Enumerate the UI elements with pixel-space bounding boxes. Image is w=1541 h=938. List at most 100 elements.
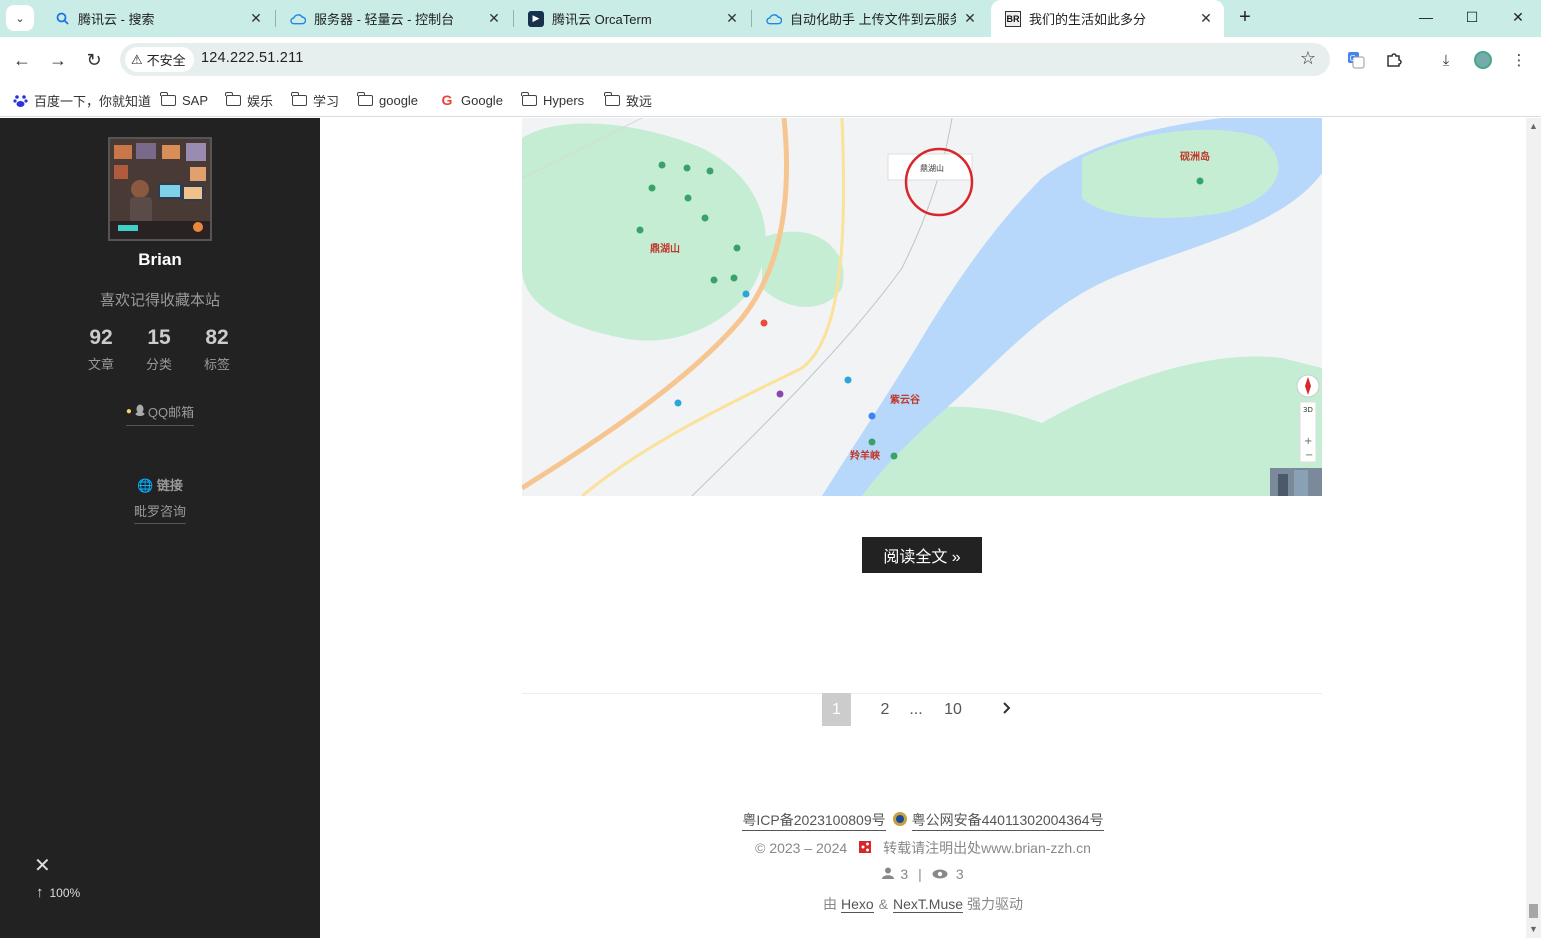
back-button[interactable]: ←: [7, 45, 37, 75]
forward-button[interactable]: →: [43, 45, 73, 75]
close-icon[interactable]: ✕: [486, 10, 502, 27]
page-scrollbar[interactable]: ▲ ▼: [1526, 118, 1541, 938]
url-text[interactable]: 124.222.51.211: [201, 50, 304, 66]
globe-icon: 🌐: [137, 478, 154, 493]
tab-title: 腾讯云 - 搜索: [78, 12, 155, 27]
back-to-top-button[interactable]: ↑ 100%: [36, 884, 80, 901]
folder-icon: [356, 91, 373, 107]
stat-count: 92: [89, 326, 113, 349]
tab-blog-active[interactable]: BR 我们的生活如此多分 ✕: [991, 0, 1224, 37]
bookmark-label: 学习: [313, 93, 340, 109]
site-description: 喜欢记得收藏本站: [99, 292, 220, 309]
bookmark-folder-hypers[interactable]: Hypers: [520, 90, 584, 110]
bookmark-label: 娱乐: [247, 93, 274, 109]
close-window-button[interactable]: ✕: [1495, 0, 1541, 34]
bookmark-label: 致远: [626, 93, 653, 109]
warning-icon: ⚠: [131, 51, 143, 67]
arrow-up-icon: ↑: [36, 884, 44, 901]
security-indicator[interactable]: ⚠ 不安全: [125, 47, 194, 72]
map-3d-label: 3D: [1303, 406, 1313, 414]
stat-posts[interactable]: 92 文章: [71, 326, 131, 373]
links-title-label: 链接: [156, 478, 183, 493]
folder-icon: [520, 91, 537, 107]
next-page-button[interactable]: [997, 693, 1017, 726]
minimize-button[interactable]: —: [1403, 0, 1449, 34]
social-label: QQ邮箱: [147, 405, 195, 420]
map-label: 紫云谷: [890, 393, 921, 406]
menu-kebab-icon[interactable]: ⋮: [1506, 47, 1532, 73]
footer-powered-by: 由 Hexo & NexT.Muse 强力驱动: [320, 894, 1526, 914]
bookmark-label: google: [379, 92, 419, 108]
bookmark-label: 百度一下，你就知道: [34, 93, 152, 109]
scroll-percent: 100%: [49, 885, 81, 900]
blog-sidebar: Brian 喜欢记得收藏本站 92 文章 15 分类 82 标签 ● QQ邮箱 …: [0, 118, 320, 938]
scroll-down-arrow-icon[interactable]: ▼: [1529, 924, 1538, 934]
tab-search-button[interactable]: ⌄: [6, 5, 34, 31]
new-tab-button[interactable]: +: [1233, 6, 1257, 30]
close-icon[interactable]: ✕: [724, 10, 740, 27]
tab-title: 腾讯云 OrcaTerm: [552, 12, 652, 27]
bookmark-folder-study[interactable]: 学习: [290, 90, 340, 110]
tab-lighthouse-console[interactable]: 服务器 - 轻量云 - 控制台 ✕: [276, 0, 512, 37]
svg-text:G: G: [1350, 54, 1356, 63]
bookmarks-bar: 百度一下，你就知道 SAP 娱乐 学习 google G Google Hype…: [0, 82, 1541, 117]
bookmark-baidu[interactable]: 百度一下，你就知道: [12, 90, 151, 110]
hexo-link[interactable]: Hexo: [840, 896, 874, 913]
download-icon[interactable]: ⤓: [1433, 47, 1459, 73]
close-icon[interactable]: ✕: [248, 10, 264, 27]
tab-tencent-search[interactable]: 腾讯云 - 搜索 ✕: [40, 0, 274, 37]
bookmark-folder-google[interactable]: google: [356, 90, 419, 110]
page-current: 1: [822, 693, 851, 726]
read-more-button[interactable]: 阅读全文 »: [862, 537, 982, 573]
map-pin-label: 鼎湖山: [920, 163, 944, 173]
theme-link[interactable]: NexT.Muse: [893, 896, 964, 913]
extensions-puzzle-icon[interactable]: [1381, 47, 1407, 73]
bookmark-folder-zhiyuan[interactable]: 致远: [603, 90, 653, 110]
social-links: ● QQ邮箱: [0, 402, 320, 426]
tab-automation-assistant[interactable]: 自动化助手 上传文件到云服务器 ✕: [752, 0, 988, 37]
police-beian-link[interactable]: 粤公网安备44011302004364号: [911, 810, 1104, 831]
links-list: 毗罗咨询: [0, 501, 320, 524]
folder-icon: [224, 91, 241, 107]
friend-link[interactable]: 毗罗咨询: [133, 501, 186, 524]
maximize-button[interactable]: ☐: [1449, 0, 1495, 34]
reload-button[interactable]: ↻: [79, 45, 109, 75]
scroll-up-arrow-icon[interactable]: ▲: [1529, 121, 1538, 131]
svg-text:+: +: [1304, 436, 1312, 447]
br-logo-icon: BR: [1005, 10, 1021, 27]
folder-icon: [290, 91, 307, 107]
map-label: 砚洲岛: [1180, 150, 1210, 163]
stat-tags[interactable]: 82 标签: [187, 326, 247, 373]
tab-orcaterm[interactable]: ▶ 腾讯云 OrcaTerm ✕: [514, 0, 750, 37]
sidebar-close-button[interactable]: ✕: [34, 853, 51, 878]
close-icon[interactable]: ✕: [1198, 10, 1214, 27]
footer-beian: 粤ICP备2023100809号 粤公网安备44011302004364号: [320, 810, 1526, 831]
browser-tab-strip: ⌄ 腾讯云 - 搜索 ✕ 服务器 - 轻量云 - 控制台 ✕ ▶ 腾讯云 Orc…: [0, 0, 1541, 37]
tab-title: 自动化助手 上传文件到云服务器: [790, 12, 956, 27]
avatar: [108, 137, 212, 241]
page-link[interactable]: 2: [875, 693, 895, 726]
close-icon[interactable]: ✕: [962, 10, 978, 27]
bookmark-folder-entertainment[interactable]: 娱乐: [224, 90, 274, 110]
qq-mail-link[interactable]: ● QQ邮箱: [125, 402, 195, 426]
translate-icon[interactable]: G: [1343, 47, 1369, 73]
search-icon: [54, 11, 70, 27]
stat-categories[interactable]: 15 分类: [129, 326, 189, 373]
post-map-image: 鼎湖山 砚洲岛 紫云谷 羚羊峡 鼎湖山 3D + −: [522, 118, 1322, 496]
icp-link[interactable]: 粤ICP备2023100809号: [742, 810, 886, 831]
stat-label: 文章: [87, 357, 114, 372]
address-bar[interactable]: ⚠ 不安全 124.222.51.211 ☆: [120, 43, 1330, 76]
qq-penguin-icon: [135, 404, 145, 419]
google-g-icon: G: [441, 92, 453, 108]
bookmark-label: SAP: [182, 92, 209, 108]
profile-avatar-icon[interactable]: [1470, 47, 1496, 73]
site-author-name: Brian: [138, 250, 182, 269]
bookmark-star-icon[interactable]: ☆: [1300, 48, 1316, 69]
scrollbar-thumb[interactable]: [1529, 904, 1538, 918]
map-illustration: 鼎湖山 砚洲岛 紫云谷 羚羊峡 鼎湖山 3D + −: [522, 118, 1322, 496]
powered-prefix: 由: [822, 896, 837, 912]
bookmark-folder-sap[interactable]: SAP: [159, 90, 209, 110]
page-link[interactable]: 10: [940, 693, 966, 726]
bookmark-google[interactable]: G Google: [439, 90, 503, 110]
status-dot: ●: [125, 406, 132, 417]
